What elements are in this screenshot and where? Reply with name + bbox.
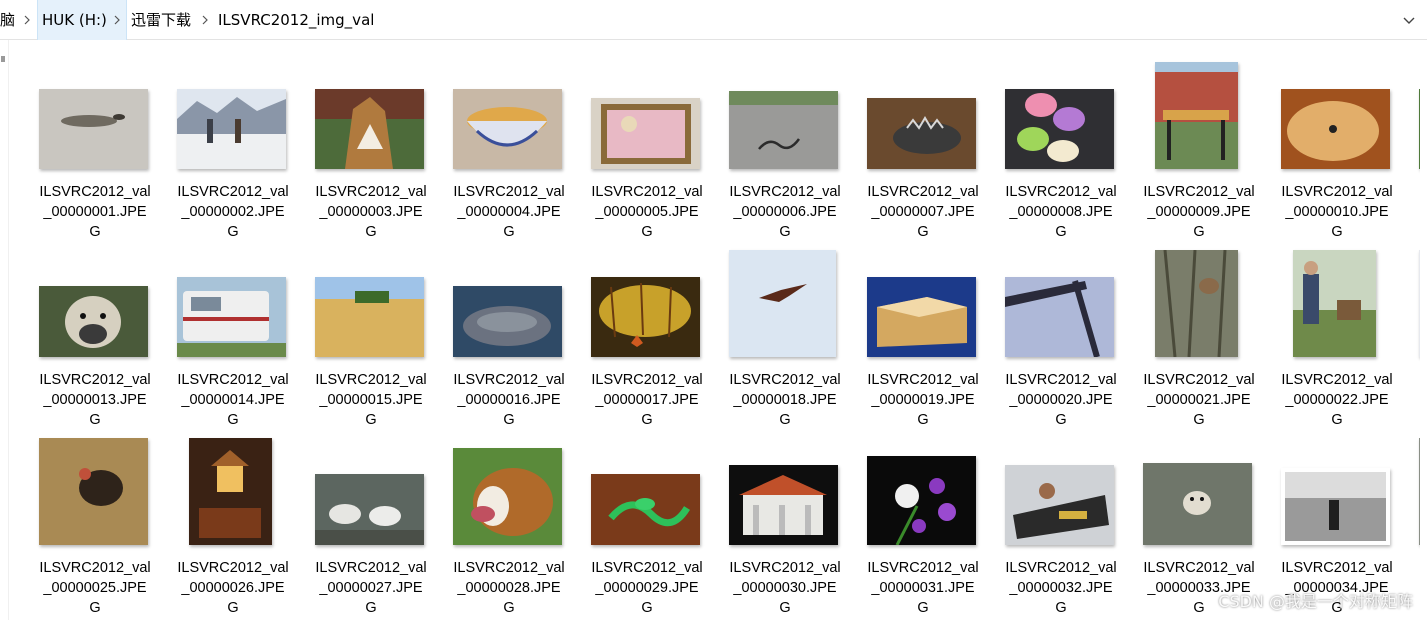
file-name: ILSVRC2012_val _00000025.JPE G <box>39 560 151 616</box>
thumbnail <box>39 286 148 357</box>
file-name: ILSVRC2012_val _00000001.JPE G <box>39 184 151 240</box>
file-name: ILSVRC2012_val _00000003.JPE G <box>315 184 427 240</box>
thumbnail <box>189 438 272 545</box>
thumbnail <box>315 474 424 545</box>
file-name: ILSVRC2012_val _00000029.JPE G <box>591 560 703 616</box>
file-name: ILSVRC2012_val _00000027.JPE G <box>315 560 427 616</box>
thumbnail <box>729 91 838 169</box>
file-item[interactable]: ILSVRC2012_val _00000025.JPE G <box>26 422 164 616</box>
thumbnail <box>867 98 976 169</box>
file-item[interactable]: ILSVRC2012_val _00000034.JPE G <box>1268 422 1406 616</box>
thumbnail <box>729 465 838 545</box>
thumbnail <box>591 98 700 169</box>
chevron-down-icon[interactable] <box>1401 12 1417 28</box>
file-name: ILSVRC2012_val _00000031.JPE G <box>867 560 979 616</box>
file-item[interactable]: ILSVRC2012_val _00000016.JPE G <box>440 234 578 428</box>
chevron-right-icon[interactable] <box>200 13 210 27</box>
thumbnail <box>177 89 286 169</box>
file-name: ILSVRC2012_val _00000018.JPE G <box>729 372 841 428</box>
file-name: ILSVRC2012_val _00000022.JPE G <box>1281 372 1393 428</box>
chevron-right-icon[interactable] <box>112 13 122 27</box>
thumbnail <box>1155 62 1238 169</box>
file-name: ILSVRC2012_val _00000006.JPE G <box>729 184 841 240</box>
breadcrumb-computer[interactable]: 脑 <box>0 0 15 40</box>
file-name: ILSVRC2012_val _00000004.JPE G <box>453 184 565 240</box>
file-item[interactable]: ILSVRC2012_val _00000022.JPE G <box>1268 234 1406 428</box>
file-name: ILSVRC2012_val _00000009.JPE G <box>1143 184 1255 240</box>
file-item[interactable]: ILSVRC2012_val _00000015.JPE G <box>302 234 440 428</box>
file-name: ILSVRC2012_val _00000017.JPE G <box>591 372 703 428</box>
address-bar[interactable]: 脑 HUK (H:) 迅雷下载 ILSVRC2012_img_val <box>0 0 1427 40</box>
thumbnail <box>39 89 148 169</box>
file-item[interactable]: ILSVRC2012_val _00000021.JPE G <box>1130 234 1268 428</box>
thumbnail <box>177 277 286 357</box>
thumbnail <box>591 277 700 357</box>
file-item[interactable]: ILSVRC2012_val _00000007.JPE G <box>854 46 992 240</box>
file-name: ILSVRC2012_val _00000016.JPE G <box>453 372 565 428</box>
thumbnail <box>867 456 976 545</box>
thumbnail <box>867 277 976 357</box>
file-item[interactable]: ILSVRC2012_val _00000003.JPE G <box>302 46 440 240</box>
file-item[interactable]: ILSVRC2012_val _00000027.JPE G <box>302 422 440 616</box>
file-item[interactable]: ILSVRC2012_val _00000002.JPE G <box>164 46 302 240</box>
file-item[interactable]: ILSVRC2012_val _00000019.JPE G <box>854 234 992 428</box>
file-name: ILSVRC2012_val _00000014.JPE G <box>177 372 289 428</box>
thumbnail <box>1281 89 1390 169</box>
file-name: ILSVRC2012_val _00000020.JPE G <box>1005 372 1117 428</box>
file-name: ILSVRC2012_val _00000021.JPE G <box>1143 372 1255 428</box>
thumbnail <box>315 277 424 357</box>
thumbnail <box>729 250 836 357</box>
thumbnail <box>453 89 562 169</box>
breadcrumb-current-folder[interactable]: ILSVRC2012_img_val <box>218 0 374 40</box>
file-item[interactable]: ILSVRC2012_val _00000020.JPE G <box>992 234 1130 428</box>
file-item[interactable]: ILSVRC2012_val _00000033.JPE G <box>1130 422 1268 616</box>
file-item[interactable]: ILSVRC2012_val _00000029.JPE G <box>578 422 716 616</box>
file-item[interactable]: ILSVRC2012_val _00000004.JPE G <box>440 46 578 240</box>
thumbnail <box>591 474 700 545</box>
vertical-scrollbar[interactable] <box>1420 40 1427 620</box>
file-name: ILSVRC2012_val _00000007.JPE G <box>867 184 979 240</box>
file-item[interactable]: ILSVRC2012_val _00000005.JPE G <box>578 46 716 240</box>
file-item[interactable]: ILSVRC2012_val _00000006.JPE G <box>716 46 854 240</box>
thumbnail <box>1155 250 1238 357</box>
file-name: ILSVRC2012_val _00000013.JPE G <box>39 372 151 428</box>
thumbnail <box>1143 463 1252 545</box>
breadcrumb-folder-downloads[interactable]: 迅雷下载 <box>131 0 191 40</box>
thumbnail <box>315 89 424 169</box>
file-item[interactable]: ILSVRC2012_val _00000032.JPE G <box>992 422 1130 616</box>
file-name: ILSVRC2012_val _00000002.JPE G <box>177 184 289 240</box>
file-name: ILSVRC2012_val _00000032.JPE G <box>1005 560 1117 616</box>
file-name: ILSVRC2012_val _00000010.JPE G <box>1281 184 1393 240</box>
watermark: CSDN @我是一个对称矩阵 <box>1218 592 1413 611</box>
thumbnail <box>39 438 148 545</box>
file-grid: ILSVRC2012_val _00000001.JPE G ILSVRC2012_… <box>0 40 1427 620</box>
file-name: ILSVRC2012_val _00000008.JPE G <box>1005 184 1117 240</box>
file-item[interactable]: ILSVRC2012_val _00000028.JPE G <box>440 422 578 616</box>
thumbnail <box>453 286 562 357</box>
file-name: ILSVRC2012_val _00000005.JPE G <box>591 184 703 240</box>
thumbnail <box>1005 89 1114 169</box>
file-item[interactable]: ILSVRC2012_val _00000018.JPE G <box>716 234 854 428</box>
file-item[interactable]: ILSVRC2012_val _00000001.JPE G <box>26 46 164 240</box>
chevron-right-icon[interactable] <box>22 13 32 27</box>
thumbnail <box>1005 465 1114 545</box>
thumbnail <box>1293 250 1376 357</box>
file-item[interactable]: ILSVRC2012_val _00000017.JPE G <box>578 234 716 428</box>
file-item[interactable]: ILSVRC2012_val _00000009.JPE G <box>1130 46 1268 240</box>
file-item[interactable]: ILSVRC2012_val _00000008.JPE G <box>992 46 1130 240</box>
thumbnail <box>1281 468 1390 545</box>
file-item[interactable]: ILSVRC2012_val _00000030.JPE G <box>716 422 854 616</box>
file-name: ILSVRC2012_val _00000026.JPE G <box>177 560 289 616</box>
file-item[interactable]: ILSVRC2012_val _00000013.JPE G <box>26 234 164 428</box>
thumbnail <box>1005 277 1114 357</box>
file-name: ILSVRC2012_val _00000030.JPE G <box>729 560 841 616</box>
file-item[interactable]: ILSVRC2012_val _00000031.JPE G <box>854 422 992 616</box>
thumbnail <box>453 448 562 545</box>
file-name: ILSVRC2012_val _00000019.JPE G <box>867 372 979 428</box>
file-item[interactable]: ILSVRC2012_val _00000014.JPE G <box>164 234 302 428</box>
file-item[interactable]: ILSVRC2012_val _00000026.JPE G <box>164 422 302 616</box>
file-item[interactable]: ILSVRC2012_val _00000010.JPE G <box>1268 46 1406 240</box>
file-name: ILSVRC2012_val _00000028.JPE G <box>453 560 565 616</box>
file-name: ILSVRC2012_val _00000015.JPE G <box>315 372 427 428</box>
